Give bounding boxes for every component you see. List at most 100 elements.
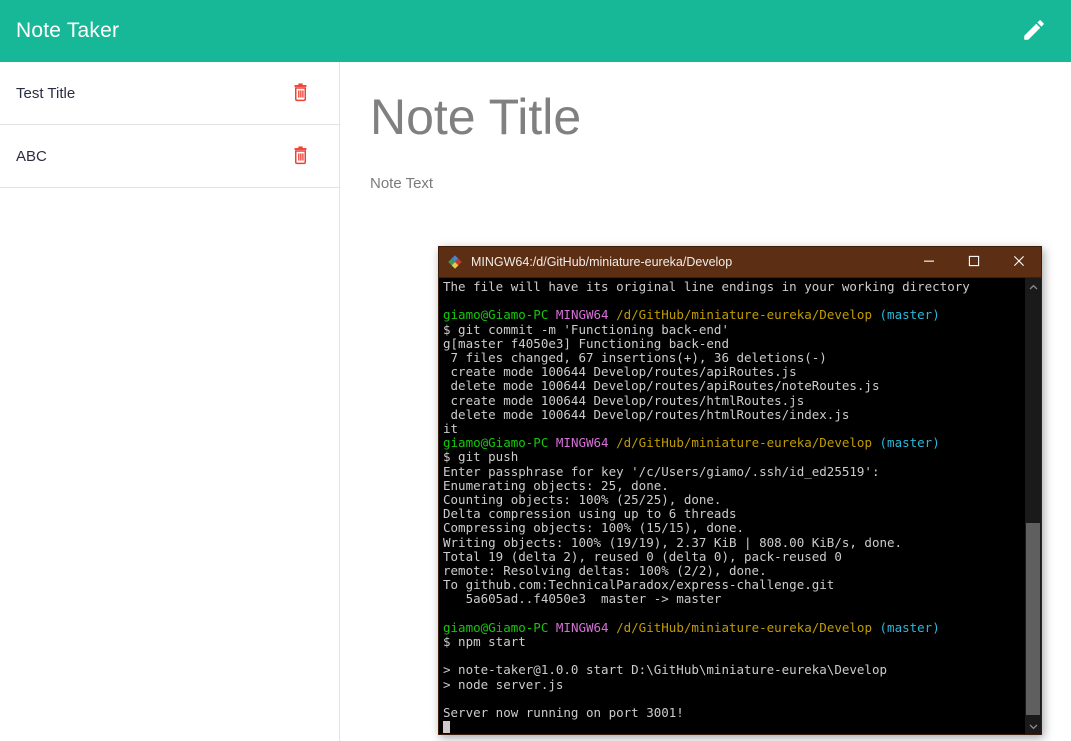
terminal-text: Compressing objects: 100% (15/15), done. [443,520,745,536]
trash-icon [291,82,310,105]
page-title: Note Taker [16,19,120,42]
maximize-icon [968,255,980,270]
scroll-up-button[interactable] [1025,278,1041,295]
terminal-text: MINGW64 [555,307,617,323]
pencil-icon [1021,17,1047,46]
terminal-text: MINGW64 [555,435,617,451]
terminal-text: > node server.js [443,676,564,692]
new-note-button[interactable] [1017,14,1051,48]
terminal-line: Counting objects: 100% (25/25), done. [443,492,1024,508]
close-button[interactable] [996,247,1041,277]
terminal-line: giamo@Giamo-PC MINGW64 /d/GitHub/miniatu… [443,436,1024,450]
scrollbar-thumb[interactable] [1026,523,1040,715]
terminal-line: delete mode 100644 Develop/routes/htmlRo… [443,406,1024,422]
terminal-text: The file will have its original line end… [443,279,970,294]
terminal-line: create mode 100644 Develop/routes/apiRou… [443,365,1024,379]
app-root: Note Taker Test Title ABC Note Title Not… [0,0,1071,741]
terminal-text: > note-taker@1.0.0 start D:\GitHub\minia… [443,662,888,678]
terminal-body: The file will have its original line end… [439,277,1041,734]
terminal-line: delete mode 100644 Develop/routes/apiRou… [443,379,1024,393]
note-item-title: Test Title [16,84,76,102]
terminal-text: $ git commit -m 'Functioning back-end' [443,321,729,337]
terminal-text: giamo@Giamo-PC [443,435,556,451]
terminal-text: Total 19 (delta 2), reused 0 (delta 0), … [443,548,842,564]
terminal-line: it [443,421,1024,437]
notes-sidebar: Test Title ABC [0,62,340,741]
terminal-scrollbar[interactable] [1024,278,1041,734]
delete-note-button[interactable] [289,145,311,167]
note-item-title: ABC [16,147,47,165]
app-header: Note Taker [0,0,1071,62]
trash-icon [291,145,310,168]
delete-note-button[interactable] [289,82,311,104]
terminal-text: /d/GitHub/miniature-eureka/Develop [616,435,880,451]
list-item[interactable]: ABC [0,125,339,188]
terminal-text: Counting objects: 100% (25/25), done. [443,492,722,508]
terminal-text: it [443,421,459,437]
maximize-button[interactable] [951,247,996,277]
minimize-icon [923,255,935,270]
terminal-text: Enumerating objects: 25, done. [443,477,669,493]
terminal-line: 5a605ad..f4050e3 master -> master [443,592,1024,606]
terminal-output[interactable]: The file will have its original line end… [439,278,1024,734]
list-item[interactable]: Test Title [0,62,339,125]
terminal-line: $ git push [443,450,1024,464]
terminal-text: To github.com:TechnicalParadox/express-c… [443,577,835,593]
terminal-text: $ npm start [443,634,526,650]
terminal-line: Delta compression using up to 6 threads [443,507,1024,521]
terminal-text: Enter passphrase for key '/c/Users/giamo… [443,463,880,479]
terminal-text: create mode 100644 Develop/routes/apiRou… [443,364,797,380]
terminal-text: $ git push [443,449,519,465]
terminal-text: (master) [879,619,940,635]
terminal-title: MINGW64:/d/GitHub/miniature-eureka/Devel… [471,255,733,269]
minimize-button[interactable] [906,247,951,277]
terminal-line: $ npm start [443,634,1024,650]
terminal-line: create mode 100644 Develop/routes/htmlRo… [443,393,1024,408]
terminal-cursor [443,721,450,734]
terminal-cursor-line [443,720,1024,734]
window-controls [906,247,1041,277]
terminal-text: 5a605ad..f4050e3 master -> master [443,591,722,607]
terminal-text: Server now running on port 3001! [443,705,684,721]
close-icon [1013,255,1025,270]
terminal-text: giamo@Giamo-PC [443,619,556,635]
terminal-text: giamo@Giamo-PC [443,307,556,323]
terminal-line: > node server.js [443,676,1024,692]
terminal-line: Enter passphrase for key '/c/Users/giamo… [443,463,1024,479]
terminal-text: (master) [879,307,940,323]
terminal-line: > note-taker@1.0.0 start D:\GitHub\minia… [443,663,1024,677]
terminal-text: /d/GitHub/miniature-eureka/Develop [616,619,880,635]
terminal-line: Writing objects: 100% (19/19), 2.37 KiB … [443,534,1024,550]
note-title-input[interactable] [370,90,1041,145]
scroll-down-button[interactable] [1025,717,1041,734]
terminal-line: Total 19 (delta 2), reused 0 (delta 0), … [443,548,1024,564]
terminal-line: remote: Resolving deltas: 100% (2/2), do… [443,563,1024,579]
terminal-line: giamo@Giamo-PC MINGW64 /d/GitHub/miniatu… [443,308,1024,322]
terminal-text: g[master f4050e3] Functioning back-end [443,335,729,351]
terminal-line: To github.com:TechnicalParadox/express-c… [443,578,1024,592]
terminal-line: Server now running on port 3001! [443,705,1024,721]
terminal-text: delete mode 100644 Develop/routes/htmlRo… [443,406,850,422]
terminal-text: 7 files changed, 67 insertions(+), 36 de… [443,350,827,366]
terminal-line: Enumerating objects: 25, done. [443,477,1024,493]
mingw-icon [447,254,463,270]
terminal-text: (master) [879,435,940,451]
chevron-up-icon [1029,278,1038,296]
terminal-text: MINGW64 [555,619,617,635]
terminal-text: remote: Resolving deltas: 100% (2/2), do… [443,563,767,579]
terminal-text: Writing objects: 100% (19/19), 2.37 KiB … [443,534,903,550]
terminal-text: /d/GitHub/miniature-eureka/Develop [616,307,880,323]
terminal-titlebar[interactable]: MINGW64:/d/GitHub/miniature-eureka/Devel… [439,247,1041,277]
header-actions [1017,14,1051,48]
terminal-line: Compressing objects: 100% (15/15), done. [443,521,1024,535]
terminal-text: Delta compression using up to 6 threads [443,506,737,522]
terminal-line: giamo@Giamo-PC MINGW64 /d/GitHub/miniatu… [443,619,1024,635]
terminal-window[interactable]: MINGW64:/d/GitHub/miniature-eureka/Devel… [438,246,1042,735]
terminal-text: delete mode 100644 Develop/routes/apiRou… [443,378,880,394]
terminal-line: g[master f4050e3] Functioning back-end [443,335,1024,351]
terminal-line: 7 files changed, 67 insertions(+), 36 de… [443,350,1024,366]
